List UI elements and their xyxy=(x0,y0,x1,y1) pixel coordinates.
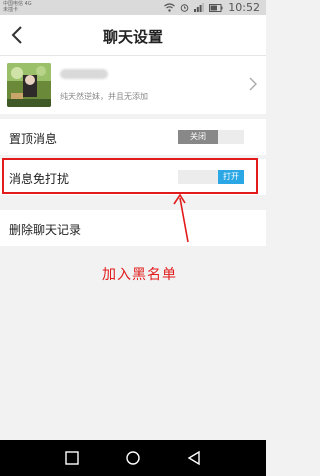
clear-chat-history-row[interactable]: 删除聊天记录 xyxy=(0,210,266,246)
status-icons: 10:52 xyxy=(164,1,260,14)
home-icon[interactable] xyxy=(125,450,141,466)
avatar[interactable] xyxy=(7,63,51,107)
carrier-info: 中国电信 4G 未插卡 xyxy=(3,1,32,13)
highlight-box xyxy=(2,158,258,194)
toggle-off-label: 关闭 xyxy=(178,130,218,144)
signal-icon xyxy=(194,3,205,12)
recent-apps-icon[interactable] xyxy=(64,450,80,466)
clear-chat-history-label: 删除聊天记录 xyxy=(9,223,82,237)
carrier-line2: 未插卡 xyxy=(3,7,19,13)
title-bar: 聊天设置 xyxy=(0,15,266,56)
annotation-arrow-icon xyxy=(173,193,189,243)
annotation-text: 加入黑名单 xyxy=(102,267,177,283)
chevron-right-icon xyxy=(249,77,257,91)
pin-message-label: 置顶消息 xyxy=(9,132,58,146)
status-bar: 中国电信 4G 未插卡 10:52 xyxy=(0,0,266,15)
pin-message-toggle[interactable]: 关闭 xyxy=(178,130,244,144)
contact-profile-row[interactable]: 纯天然逆妹，并且无添加 xyxy=(0,56,266,114)
alarm-icon xyxy=(180,4,189,12)
back-nav-icon[interactable] xyxy=(186,450,202,466)
contact-signature: 纯天然逆妹，并且无添加 xyxy=(60,92,148,101)
pin-message-row: 置顶消息 关闭 xyxy=(0,119,266,155)
system-nav-bar xyxy=(0,440,266,476)
contact-name-blurred xyxy=(60,69,108,79)
battery-icon xyxy=(209,3,223,12)
wifi-icon xyxy=(164,3,176,12)
status-time: 10:52 xyxy=(228,1,260,14)
page-title: 聊天设置 xyxy=(102,28,163,46)
